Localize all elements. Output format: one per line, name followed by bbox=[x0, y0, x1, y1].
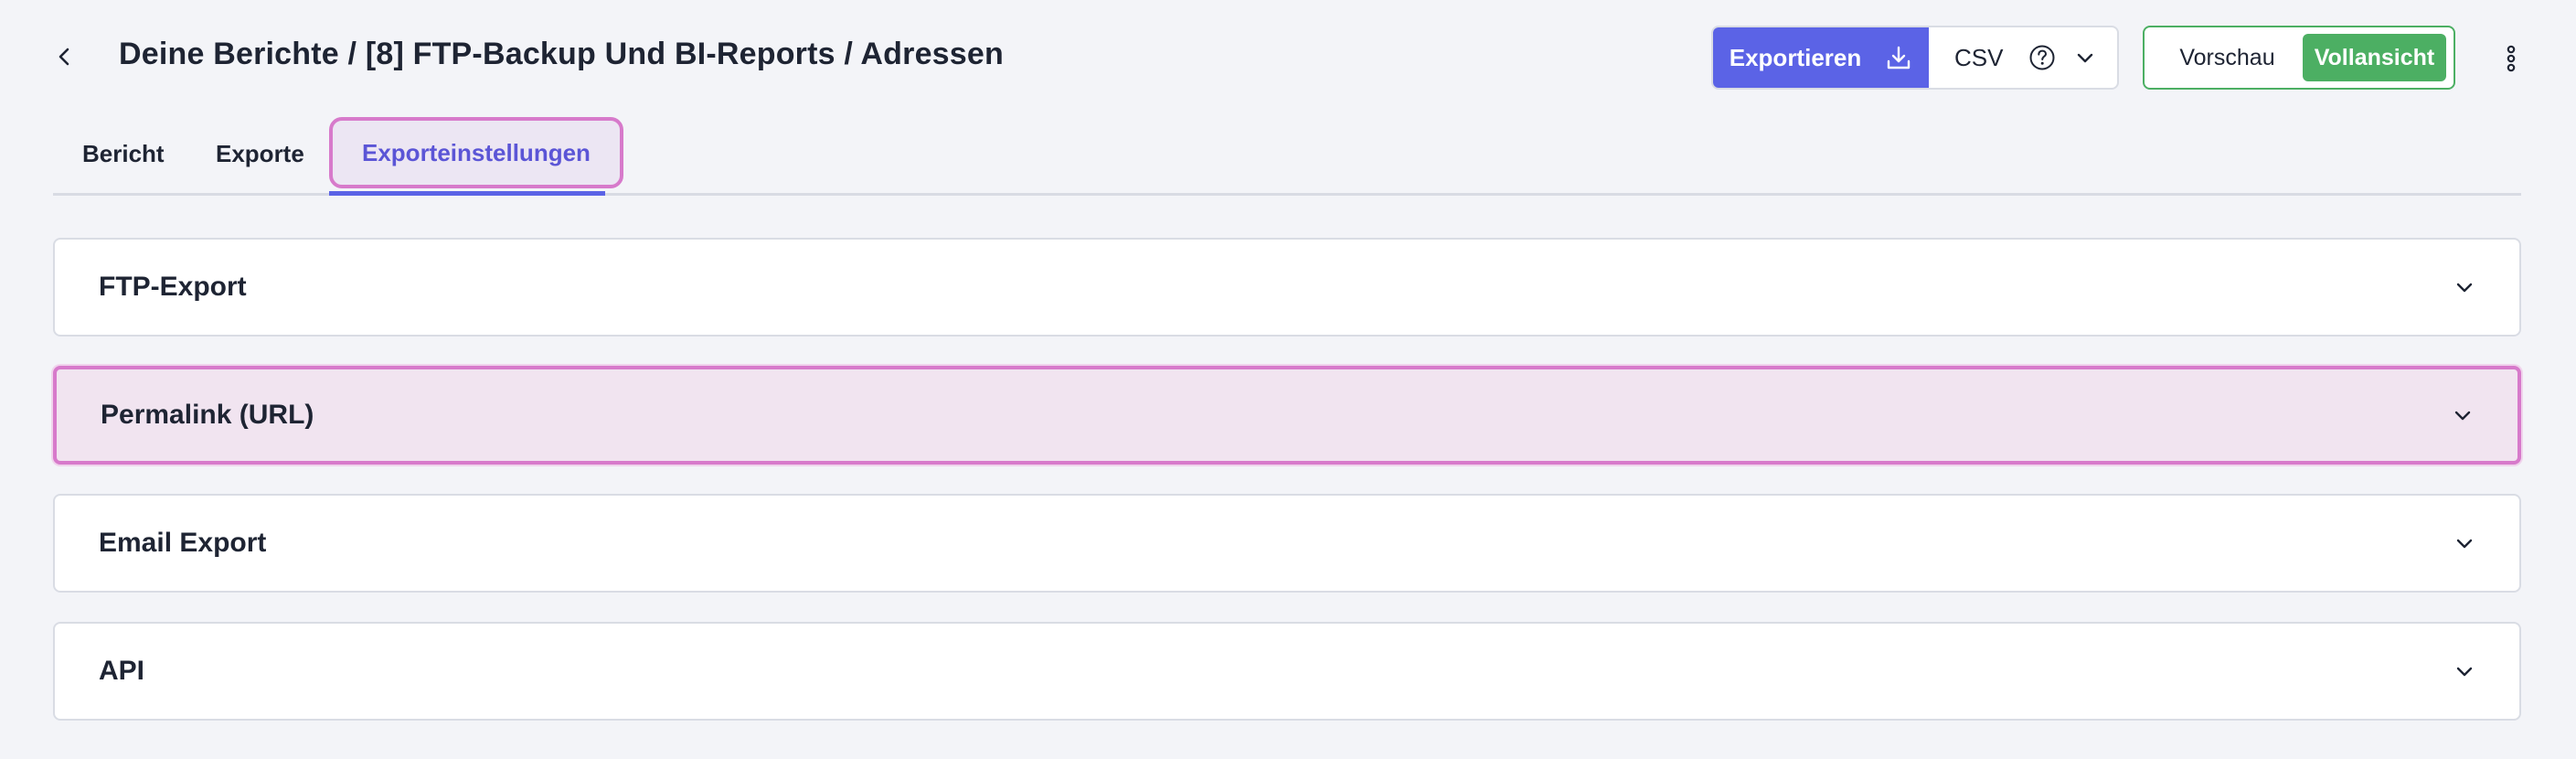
more-options-button[interactable] bbox=[2496, 40, 2527, 77]
accordion-title: Email Export bbox=[99, 528, 267, 558]
chevron-down-icon bbox=[2452, 404, 2474, 426]
export-button-label: Exportieren bbox=[1729, 43, 1862, 71]
active-tab-indicator bbox=[329, 191, 605, 196]
export-button[interactable]: Exportieren bbox=[1713, 27, 1929, 88]
chevron-down-icon bbox=[2454, 532, 2475, 554]
tab-bericht[interactable]: Bericht bbox=[82, 117, 165, 190]
chevron-down-icon bbox=[2074, 47, 2096, 69]
accordion-email-export[interactable]: Email Export bbox=[53, 494, 2521, 593]
export-format-value: CSV bbox=[1954, 43, 2004, 71]
view-mode-toggle: Vorschau Vollansicht bbox=[2143, 26, 2455, 90]
question-circle-icon[interactable] bbox=[2028, 44, 2056, 71]
accordion-title: FTP-Export bbox=[99, 272, 247, 302]
kebab-menu-icon bbox=[2507, 45, 2516, 72]
full-view-option[interactable]: Vollansicht bbox=[2302, 34, 2446, 81]
back-button[interactable] bbox=[48, 40, 80, 73]
accordion-permalink-url[interactable]: Permalink (URL) bbox=[53, 366, 2521, 465]
tab-bar: Bericht Exporte Exporteinstellungen bbox=[53, 117, 2521, 196]
chevron-down-icon bbox=[2454, 276, 2475, 298]
chevron-down-icon bbox=[2454, 660, 2475, 682]
chevron-left-icon bbox=[59, 48, 69, 66]
tab-exporteinstellungen[interactable]: Exporteinstellungen bbox=[329, 117, 623, 188]
page-header: Deine Berichte / [8] FTP-Backup Und BI-R… bbox=[0, 0, 2576, 115]
page-title: Deine Berichte / [8] FTP-Backup Und BI-R… bbox=[119, 37, 1004, 71]
accordion-ftp-export[interactable]: FTP-Export bbox=[53, 238, 2521, 337]
export-format-select[interactable]: CSV bbox=[1929, 27, 2117, 88]
tab-exporte[interactable]: Exporte bbox=[216, 117, 304, 190]
export-control-group: Exportieren CSV bbox=[1711, 26, 2119, 90]
download-icon bbox=[1888, 46, 1911, 69]
accordion-title: Permalink (URL) bbox=[101, 400, 314, 430]
accordion-api[interactable]: API bbox=[53, 622, 2521, 721]
preview-option[interactable]: Vorschau bbox=[2152, 34, 2303, 81]
accordion-title: API bbox=[99, 656, 145, 686]
